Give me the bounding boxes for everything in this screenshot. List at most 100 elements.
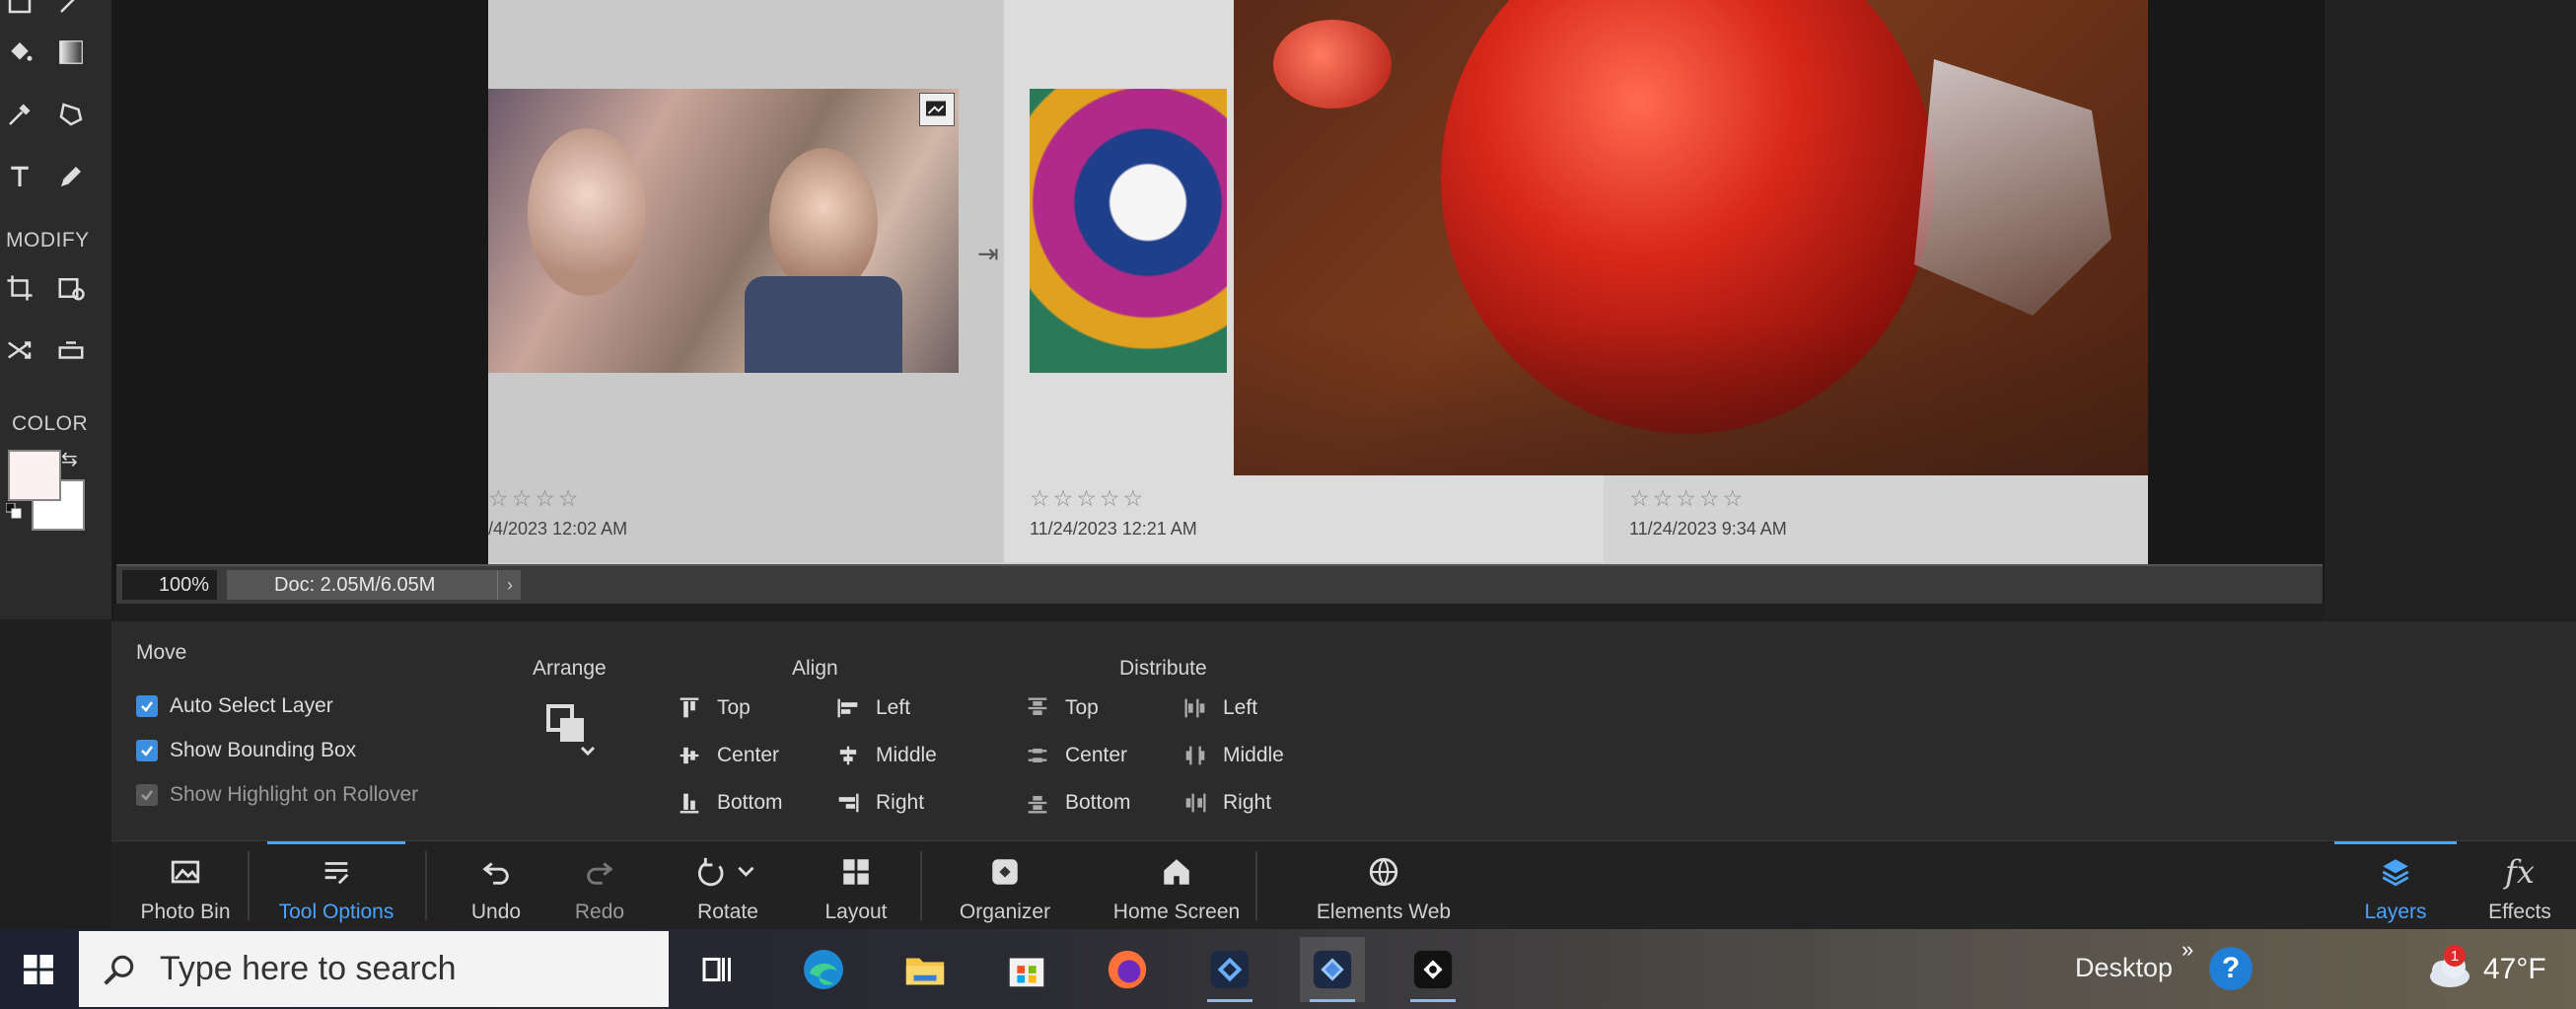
task-view-icon[interactable] bbox=[686, 937, 751, 1002]
search-icon bbox=[104, 955, 134, 985]
layers-icon bbox=[2382, 859, 2409, 887]
distribute-title: Distribute bbox=[1119, 657, 1207, 680]
arrange-title: Arrange bbox=[533, 657, 607, 680]
distribute-bottom-button[interactable]: Bottom bbox=[1024, 789, 1131, 817]
tool-partial-icon[interactable] bbox=[0, 0, 39, 22]
type-tool-icon[interactable] bbox=[0, 157, 39, 196]
thumbnail-date: 11/24/2023 9:34 AM bbox=[1629, 519, 1787, 539]
align-center-icon bbox=[680, 747, 699, 764]
photoshop-elements-icon[interactable] bbox=[1197, 937, 1262, 1002]
straighten-icon[interactable] bbox=[51, 330, 91, 370]
redo-button[interactable]: Redo bbox=[550, 841, 649, 930]
checkbox-label: Show Bounding Box bbox=[170, 739, 357, 761]
undo-icon bbox=[482, 862, 509, 885]
crop-icon[interactable] bbox=[0, 268, 39, 308]
align-top-icon bbox=[680, 697, 699, 718]
gradient-icon[interactable] bbox=[51, 33, 91, 72]
rating-stars[interactable]: ☆☆☆☆☆ bbox=[1030, 485, 1146, 512]
elements-web-button[interactable]: Elements Web bbox=[1275, 841, 1492, 930]
rating-stars[interactable]: ☆☆☆☆☆ bbox=[1629, 485, 1746, 512]
photo-bin-button[interactable]: Photo Bin bbox=[121, 841, 250, 930]
weather-temperature[interactable]: 47°F bbox=[2483, 953, 2546, 986]
organizer-app-icon[interactable] bbox=[1400, 937, 1466, 1002]
align-bottom-button[interactable]: Bottom bbox=[676, 789, 783, 817]
color-section-label: COLOR bbox=[12, 412, 89, 435]
pencil-icon[interactable] bbox=[51, 157, 91, 196]
document-info: Doc: 2.05M/6.05M bbox=[227, 570, 521, 600]
foreground-color-swatch[interactable] bbox=[8, 450, 61, 501]
file-explorer-icon[interactable] bbox=[893, 937, 958, 1002]
align-top-button[interactable]: Top bbox=[676, 694, 751, 722]
tool-options-panel: Move Auto Select Layer Show Bounding Box… bbox=[111, 621, 2576, 840]
tool-partial-icon[interactable] bbox=[51, 0, 91, 22]
modify-section-label: MODIFY bbox=[6, 229, 90, 252]
eyedropper-icon[interactable] bbox=[0, 95, 39, 134]
fx-icon: fx bbox=[2505, 853, 2535, 891]
organizer-icon bbox=[992, 859, 1018, 885]
align-left-button[interactable]: Left bbox=[834, 694, 910, 722]
align-center-button[interactable]: Center bbox=[676, 742, 779, 769]
swap-colors-icon[interactable]: ⇆ bbox=[61, 450, 81, 469]
checkbox-disabled-icon[interactable] bbox=[136, 784, 158, 806]
globe-icon bbox=[1369, 857, 1398, 887]
taskbar-search-box[interactable]: Type here to search bbox=[79, 931, 669, 1007]
align-right-icon bbox=[838, 793, 859, 813]
effects-button[interactable]: fx Effects bbox=[2461, 841, 2576, 930]
windows-start-icon[interactable] bbox=[0, 929, 77, 1009]
chevron-double-right-icon[interactable]: » bbox=[2182, 937, 2193, 963]
distribute-top-button[interactable]: Top bbox=[1024, 694, 1099, 722]
desktop-toolbar-label[interactable]: Desktop bbox=[2075, 953, 2173, 983]
distribute-middle-icon bbox=[1185, 746, 1205, 765]
default-colors-icon[interactable] bbox=[5, 502, 22, 519]
distribute-bottom-icon bbox=[1028, 796, 1047, 814]
tool-options-button[interactable]: Tool Options bbox=[267, 841, 405, 930]
home-screen-button[interactable]: Home Screen bbox=[1078, 841, 1275, 930]
rating-stars[interactable]: ☆☆☆☆ bbox=[488, 485, 581, 512]
checkbox-checked-icon[interactable] bbox=[136, 695, 158, 717]
checkbox-label: Auto Select Layer bbox=[170, 694, 333, 717]
arrow-right-icon: ⇥ bbox=[977, 239, 999, 268]
checkbox-checked-icon[interactable] bbox=[136, 740, 158, 761]
thumbnail-date: /4/2023 12:02 AM bbox=[488, 519, 628, 539]
content-aware-move-icon[interactable] bbox=[0, 330, 39, 370]
distribute-left-button[interactable]: Left bbox=[1181, 694, 1257, 722]
layers-button[interactable]: Layers bbox=[2334, 841, 2457, 930]
notification-badge: 1 bbox=[2444, 945, 2466, 967]
contact-sheet-cell: ☆☆☆☆ /4/2023 12:02 AM bbox=[488, 0, 1004, 562]
layout-button[interactable]: Layout bbox=[797, 841, 915, 930]
show-highlight-checkbox[interactable]: Show Highlight on Rollover bbox=[136, 783, 418, 807]
align-right-button[interactable]: Right bbox=[834, 789, 924, 817]
distribute-center-button[interactable]: Center bbox=[1024, 742, 1127, 769]
edge-browser-icon[interactable] bbox=[791, 937, 856, 1002]
canvas-area: ☆☆☆☆ /4/2023 12:02 AM ⇥ ☆☆☆☆☆ 11/24/2023… bbox=[113, 0, 2439, 604]
paint-bucket-icon[interactable] bbox=[0, 33, 39, 72]
smart-brush-icon[interactable] bbox=[51, 95, 91, 134]
zoom-level[interactable]: 100% bbox=[122, 570, 217, 600]
layout-icon bbox=[843, 859, 869, 885]
auto-select-layer-checkbox[interactable]: Auto Select Layer bbox=[136, 694, 333, 718]
arrange-stack-icon[interactable] bbox=[542, 700, 602, 759]
recompose-icon[interactable] bbox=[51, 268, 91, 308]
distribute-top-icon bbox=[1028, 697, 1047, 715]
rotate-button[interactable]: Rotate bbox=[664, 841, 792, 930]
organizer-button[interactable]: Organizer bbox=[938, 841, 1072, 930]
document-canvas[interactable]: ☆☆☆☆ /4/2023 12:02 AM ⇥ ☆☆☆☆☆ 11/24/2023… bbox=[488, 0, 2148, 567]
distribute-right-button[interactable]: Right bbox=[1181, 789, 1271, 817]
align-title: Align bbox=[792, 657, 838, 680]
show-bounding-box-checkbox[interactable]: Show Bounding Box bbox=[136, 739, 356, 762]
help-icon[interactable]: ? bbox=[2209, 947, 2253, 990]
tools-panel: MODIFY COLOR ⇆ bbox=[0, 0, 113, 619]
photoshop-elements-editor-icon[interactable] bbox=[1300, 937, 1365, 1002]
redo-icon bbox=[587, 862, 613, 885]
undo-button[interactable]: Undo bbox=[447, 841, 545, 930]
distribute-middle-button[interactable]: Middle bbox=[1181, 742, 1284, 769]
tool-options-icon bbox=[324, 862, 349, 885]
chevron-right-icon[interactable]: › bbox=[497, 570, 522, 600]
align-middle-button[interactable]: Middle bbox=[834, 742, 937, 769]
microsoft-store-icon[interactable] bbox=[994, 937, 1059, 1002]
firefox-icon[interactable] bbox=[1095, 937, 1160, 1002]
checkbox-label: Show Highlight on Rollover bbox=[170, 783, 419, 806]
rotate-icon bbox=[698, 857, 754, 887]
thumbnail-image bbox=[488, 89, 959, 373]
align-middle-icon bbox=[839, 746, 857, 765]
